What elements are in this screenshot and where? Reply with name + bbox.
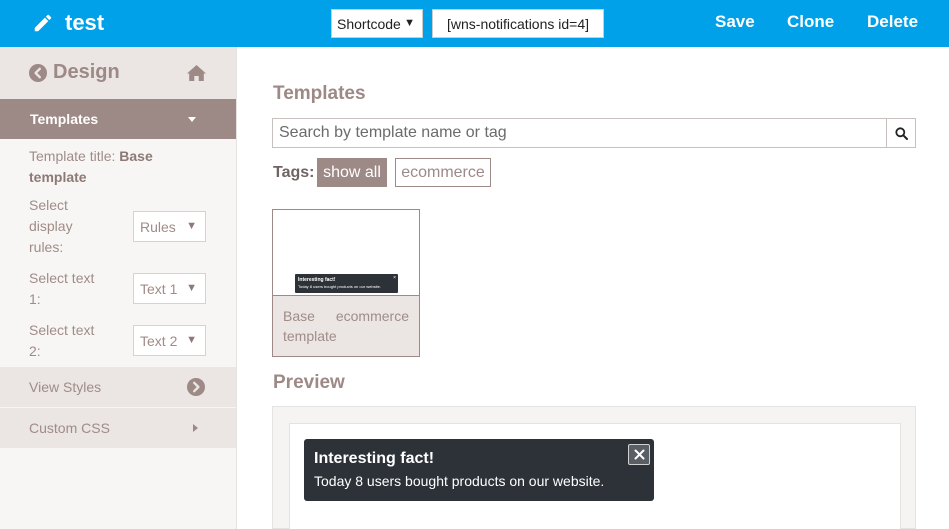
display-rules-label-line3: rules: bbox=[29, 239, 64, 255]
sidebar-item-label: Templates bbox=[30, 111, 99, 127]
design-heading: Design bbox=[53, 61, 120, 83]
notification-preview: Interesting fact! Today 8 users bought p… bbox=[304, 439, 654, 501]
search-icon bbox=[894, 126, 908, 140]
sidebar-header: Design bbox=[0, 47, 236, 99]
sidebar: Design Templates Template title: Base te… bbox=[0, 47, 237, 529]
home-icon[interactable] bbox=[186, 64, 207, 82]
template-thumbnail: Interesting fact! Today 8 users bought p… bbox=[273, 210, 419, 296]
text1-select[interactable]: Text 1 ▼ bbox=[133, 273, 206, 304]
thumbnail-body: Today 8 users bought products on our web… bbox=[298, 284, 381, 289]
delete-button[interactable]: Delete bbox=[867, 12, 918, 32]
dropdown-arrow-icon: ▼ bbox=[186, 282, 197, 294]
shortcode-select-value: Shortcode bbox=[337, 15, 401, 32]
sidebar-item-custom-css[interactable]: Custom CSS bbox=[0, 408, 236, 448]
text2-select[interactable]: Text 2 ▼ bbox=[133, 325, 206, 356]
display-rules-select-value: Rules f bbox=[140, 218, 180, 235]
template-title-info: Template title: Base template bbox=[29, 146, 153, 188]
search-button[interactable] bbox=[886, 119, 915, 147]
close-icon bbox=[634, 449, 644, 460]
text1-select-value: Text 1 bbox=[140, 280, 178, 297]
close-icon: × bbox=[393, 275, 396, 281]
shortcode-field[interactable]: [wns-notifications id=4] bbox=[432, 9, 604, 38]
caret-right-icon bbox=[193, 424, 198, 432]
chevron-right-circle-icon bbox=[187, 378, 205, 396]
template-title-label: Template title: bbox=[29, 148, 116, 164]
template-card-caption-line2: template bbox=[283, 328, 337, 344]
notification-title: Interesting fact! bbox=[314, 450, 435, 467]
template-search bbox=[272, 118, 916, 148]
sidebar-item-label: View Styles bbox=[29, 379, 102, 395]
campaign-title-text: test bbox=[65, 10, 105, 35]
notification-close-button[interactable] bbox=[628, 444, 650, 465]
notification-body: Today 8 users bought products on our web… bbox=[314, 473, 605, 489]
dropdown-arrow-icon: ▼ bbox=[186, 220, 197, 232]
top-bar: test Shortcode ▼ [wns-notifications id=4… bbox=[0, 0, 949, 47]
templates-heading: Templates bbox=[273, 83, 366, 104]
display-rules-label-line2: display bbox=[29, 218, 73, 234]
sidebar-item-view-styles[interactable]: View Styles bbox=[0, 367, 236, 407]
template-card-caption: Base ecommerce template bbox=[273, 296, 419, 356]
display-rules-select[interactable]: Rules f ▼ bbox=[133, 211, 206, 242]
back-circle-icon[interactable] bbox=[29, 64, 47, 82]
tag-ecommerce[interactable]: ecommerce bbox=[395, 158, 491, 187]
text2-label-line2: 2: bbox=[29, 343, 41, 359]
text2-label-line1: Select text bbox=[29, 322, 95, 338]
template-card[interactable]: Interesting fact! Today 8 users bought p… bbox=[272, 209, 420, 357]
save-button[interactable]: Save bbox=[715, 12, 755, 32]
campaign-title[interactable]: test bbox=[32, 9, 104, 37]
dropdown-arrow-icon: ▼ bbox=[186, 334, 197, 346]
sidebar-item-templates[interactable]: Templates bbox=[0, 99, 236, 139]
tag-show-all[interactable]: show all bbox=[317, 158, 387, 187]
text1-label: Select text 1: bbox=[29, 268, 94, 310]
text1-label-line2: 1: bbox=[29, 291, 41, 307]
search-input[interactable] bbox=[273, 119, 887, 147]
sidebar-item-label: Custom CSS bbox=[29, 420, 110, 436]
shortcode-select[interactable]: Shortcode ▼ bbox=[331, 9, 423, 38]
preview-heading: Preview bbox=[273, 372, 345, 393]
shortcode-field-value: [wns-notifications id=4] bbox=[447, 15, 590, 32]
caret-down-icon bbox=[188, 117, 196, 122]
pencil-icon bbox=[34, 14, 52, 32]
tags-label: Tags: bbox=[273, 164, 315, 181]
text1-label-line1: Select text bbox=[29, 270, 95, 286]
thumbnail-title: Interesting fact! bbox=[298, 277, 336, 283]
template-title-value: Base bbox=[119, 148, 153, 164]
template-card-caption-line1: Base ecommerce bbox=[283, 308, 409, 324]
template-title-value-2: template bbox=[29, 169, 87, 185]
display-rules-label-line1: Select bbox=[29, 197, 68, 213]
dropdown-arrow-icon: ▼ bbox=[404, 17, 415, 29]
clone-button[interactable]: Clone bbox=[787, 12, 834, 32]
text2-select-value: Text 2 bbox=[140, 332, 178, 349]
thumbnail-notification: Interesting fact! Today 8 users bought p… bbox=[295, 274, 398, 293]
text2-label: Select text 2: bbox=[29, 320, 94, 362]
display-rules-label: Select display rules: bbox=[29, 195, 73, 258]
